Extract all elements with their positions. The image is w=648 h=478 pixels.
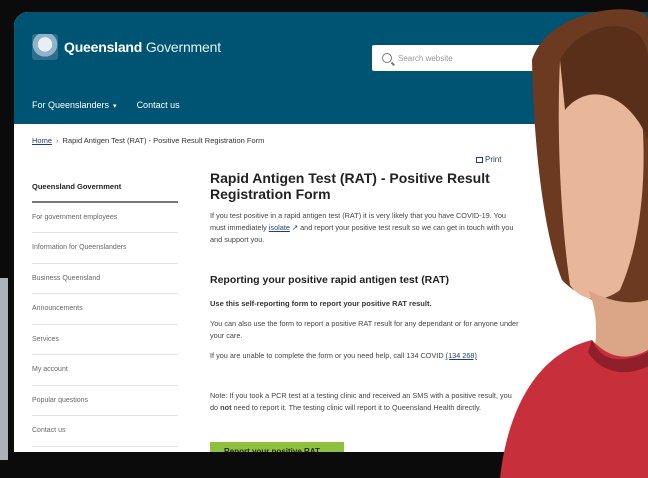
main-nav: For Queenslanders ▾ Contact us (32, 100, 180, 110)
breadcrumb: Home › Rapid Antigen Test (RAT) - Positive… (32, 136, 264, 145)
sidebar-nav: Queensland Government For government emp… (32, 172, 178, 447)
report-positive-rat-button[interactable]: Report your positive RAT (210, 442, 344, 452)
sidebar-item-government-employees[interactable]: For government employees (32, 203, 178, 233)
nav-item-label: For Queenslanders (32, 100, 110, 110)
caret-down-icon: ▾ (113, 103, 117, 110)
search-placeholder: Search website (398, 53, 453, 63)
site-logo[interactable]: Queensland Government (32, 34, 221, 60)
instruction-text: Use this self-reporting form to report y… (210, 299, 432, 308)
nav-item-for-queenslanders[interactable]: For Queenslanders ▾ (32, 100, 117, 110)
page-title: Rapid Antigen Test (RAT) - Positive Resu… (210, 170, 490, 202)
section-heading: Reporting your positive rapid antigen te… (210, 274, 449, 286)
sidebar-item-announcements[interactable]: Announcements (32, 294, 178, 325)
breadcrumb-home[interactable]: Home (32, 136, 52, 145)
help-text: If you are unable to complete the form o… (210, 351, 444, 360)
queensland-crest-icon (32, 34, 58, 60)
sidebar-item-business[interactable]: Business Queensland (32, 264, 178, 294)
nav-item-contact-us[interactable]: Contact us (137, 100, 180, 110)
device-frame-edge (0, 278, 8, 460)
sidebar-item-queensland-government[interactable]: Queensland Government (32, 172, 178, 203)
sidebar-item-services[interactable]: Services (32, 325, 178, 355)
breadcrumb-current: Rapid Antigen Test (RAT) - Positive Resu… (62, 136, 265, 145)
woman-photo (500, 9, 648, 478)
isolate-link[interactable]: isolate (269, 223, 290, 232)
external-link-icon: ↗ (289, 223, 301, 232)
breadcrumb-separator: › (56, 136, 59, 145)
sidebar-item-popular-questions[interactable]: Popular questions (32, 386, 178, 416)
logo-light: Government (145, 39, 221, 55)
logo-text: Queensland Government (64, 39, 221, 55)
search-icon (382, 53, 392, 63)
logo-bold: Queensland (64, 39, 143, 55)
sidebar-item-contact-us[interactable]: Contact us (32, 416, 178, 447)
note-text-cont: need to report it. The testing clinic wi… (233, 403, 482, 412)
note-emphasis: not (220, 403, 232, 412)
sidebar-item-my-account[interactable]: My account (32, 355, 178, 386)
sidebar-item-information[interactable]: Information for Queenslanders (32, 233, 178, 264)
